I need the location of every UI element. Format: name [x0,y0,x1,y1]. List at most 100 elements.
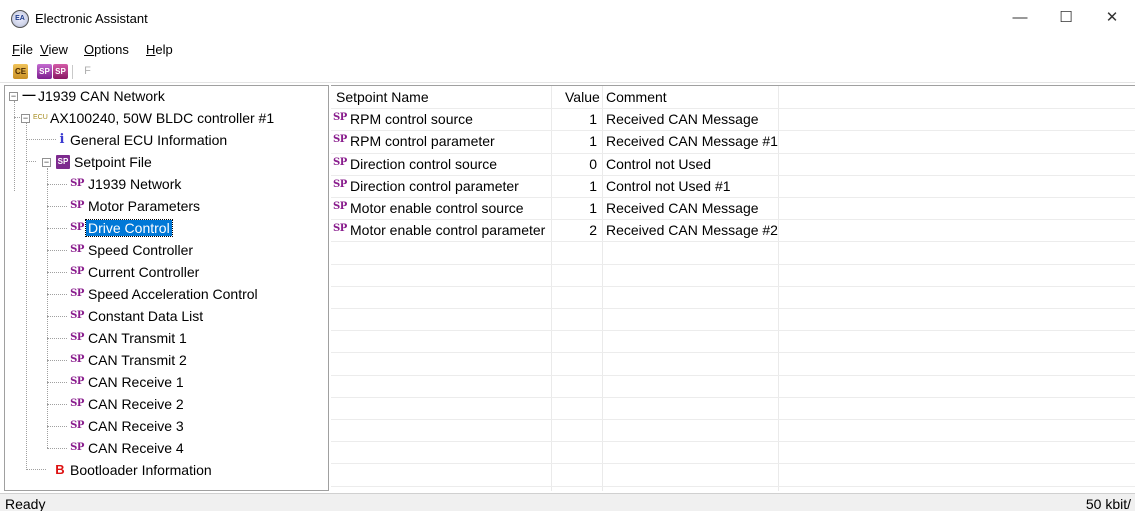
tree-node-drive-control[interactable]: SP Drive Control [5,218,325,238]
setpoint-icon: SP [70,420,84,431]
menu-help[interactable]: Help [146,42,173,57]
app-icon: EA [11,10,29,28]
setpoint-icon: SP [333,157,347,168]
cell-comment: Received CAN Message #1 [606,133,778,149]
cell-value: 1 [589,178,597,194]
tree-label-can-receive-4: CAN Receive 4 [88,440,184,456]
cell-setpoint-name: Direction control parameter [350,178,519,194]
setpoint-file-icon: SP [56,155,70,169]
row-gridline [331,375,1135,376]
column-header-comment[interactable]: Comment [606,89,667,105]
tree-node-speed-acceleration-control[interactable]: SP Speed Acceleration Control [5,284,325,304]
setpoint-icon: SP [70,200,84,211]
info-icon: i [59,132,65,147]
status-baud-rate: 50 kbit/ [1085,496,1131,511]
setpoint-icon: SP [70,288,84,299]
collapse-icon[interactable]: − [21,114,30,123]
save-setpoint-icon[interactable]: SP [53,64,68,79]
cell-setpoint-name: Motor enable control parameter [350,222,546,238]
collapse-icon[interactable]: − [9,92,18,101]
setpoint-icon: SP [70,332,84,343]
setpoint-icon: SP [70,266,84,277]
toolbar-separator [72,65,73,79]
table-row[interactable]: SP Direction control parameter 1 Control no… [331,175,1135,197]
tree-label-drive-control: Drive Control [85,219,173,237]
cell-value: 2 [589,222,597,238]
tree-node-motor-parameters[interactable]: SP Motor Parameters [5,196,325,216]
tree-label-bootloader: Bootloader Information [70,462,212,478]
setpoint-icon: SP [333,179,347,190]
row-gridline [331,419,1135,420]
row-gridline [331,486,1135,487]
table-row[interactable]: SP Direction control source 0 Control not U… [331,153,1135,175]
status-text: Ready [5,496,46,511]
ecu-tree[interactable]: − — J1939 CAN Network − ECU AX100240, 50… [4,85,329,491]
connect-ecu-icon[interactable]: CE [13,64,28,79]
menu-options[interactable]: Options [84,42,129,57]
tree-node-setpoint-file[interactable]: − SP Setpoint File [5,152,325,172]
tree-label-j1939-network: J1939 Network [88,176,182,192]
minimize-button[interactable]: — [997,0,1043,38]
tree-node-can-transmit-1[interactable]: SP CAN Transmit 1 [5,328,325,348]
setpoint-icon: SP [70,354,84,365]
tree-node-can-receive-3[interactable]: SP CAN Receive 3 [5,416,325,436]
bootloader-icon: B [55,462,65,477]
collapse-icon[interactable]: − [42,158,51,167]
tree-label-current-controller: Current Controller [88,264,200,280]
tree-node-general-info[interactable]: i General ECU Information [5,130,325,150]
column-header-value[interactable]: Value [565,89,600,105]
cell-comment: Received CAN Message [606,111,759,127]
tree-node-can-transmit-2[interactable]: SP CAN Transmit 2 [5,350,325,370]
menu-file[interactable]: File [12,42,33,57]
tree-label-can-receive-1: CAN Receive 1 [88,374,184,390]
tree-node-current-controller[interactable]: SP Current Controller [5,262,325,282]
tree-label-general-info: General ECU Information [70,132,228,148]
menu-view[interactable]: View [40,42,68,57]
status-bar: Ready 50 kbit/ [0,493,1135,511]
tree-label-network: J1939 CAN Network [38,88,165,104]
tree-node-bootloader[interactable]: B Bootloader Information [5,460,325,480]
maximize-button[interactable]: ☐ [1043,0,1089,38]
table-row[interactable]: SP Motor enable control parameter 2 Receive… [331,219,1135,241]
row-gridline [331,352,1135,353]
tree-label-can-transmit-2: CAN Transmit 2 [88,352,187,368]
cell-comment: Received CAN Message #2 [606,222,778,238]
tree-node-speed-controller[interactable]: SP Speed Controller [5,240,325,260]
table-row[interactable]: SP Motor enable control source 1 Received C… [331,197,1135,219]
setpoint-icon: SP [70,310,84,321]
tree-node-can-receive-4[interactable]: SP CAN Receive 4 [5,438,325,458]
setpoint-icon: SP [70,244,84,255]
window-title: Electronic Assistant [35,11,148,26]
tree-label-speed-acceleration-control: Speed Acceleration Control [88,286,258,302]
close-button[interactable]: ✕ [1089,0,1135,38]
setpoint-icon: SP [70,222,84,233]
tree-node-j1939-network[interactable]: SP J1939 Network [5,174,325,194]
setpoint-icon: SP [333,201,347,212]
tree-node-can-receive-1[interactable]: SP CAN Receive 1 [5,372,325,392]
row-gridline [331,330,1135,331]
row-gridline [331,397,1135,398]
tree-label-motor-parameters: Motor Parameters [88,198,201,214]
row-gridline [331,264,1135,265]
setpoint-icon: SP [333,112,347,123]
row-gridline [331,241,1135,242]
tree-node-constant-data-list[interactable]: SP Constant Data List [5,306,325,326]
tree-node-ecu[interactable]: − ECU AX100240, 50W BLDC controller #1 [5,108,325,128]
column-header-setpoint-name[interactable]: Setpoint Name [336,89,429,105]
cell-value: 0 [589,156,597,172]
open-setpoint-icon[interactable]: SP [37,64,52,79]
tree-node-network[interactable]: − — J1939 CAN Network [5,86,325,106]
table-row[interactable]: SP RPM control source 1 Received CAN Messag… [331,108,1135,130]
row-gridline [331,441,1135,442]
cell-value: 1 [589,111,597,127]
cell-comment: Control not Used #1 [606,178,731,194]
flash-icon[interactable]: F [80,64,95,79]
table-row[interactable]: SP RPM control parameter 1 Received CAN Mes… [331,130,1135,152]
setpoint-list[interactable]: Setpoint Name Value Comment SP RPM contro… [331,85,1135,491]
tree-node-can-receive-2[interactable]: SP CAN Receive 2 [5,394,325,414]
setpoint-icon: SP [333,223,347,234]
cell-value: 1 [589,200,597,216]
tree-label-ecu: AX100240, 50W BLDC controller #1 [50,110,275,126]
setpoint-icon: SP [70,376,84,387]
network-icon: — [22,87,36,102]
